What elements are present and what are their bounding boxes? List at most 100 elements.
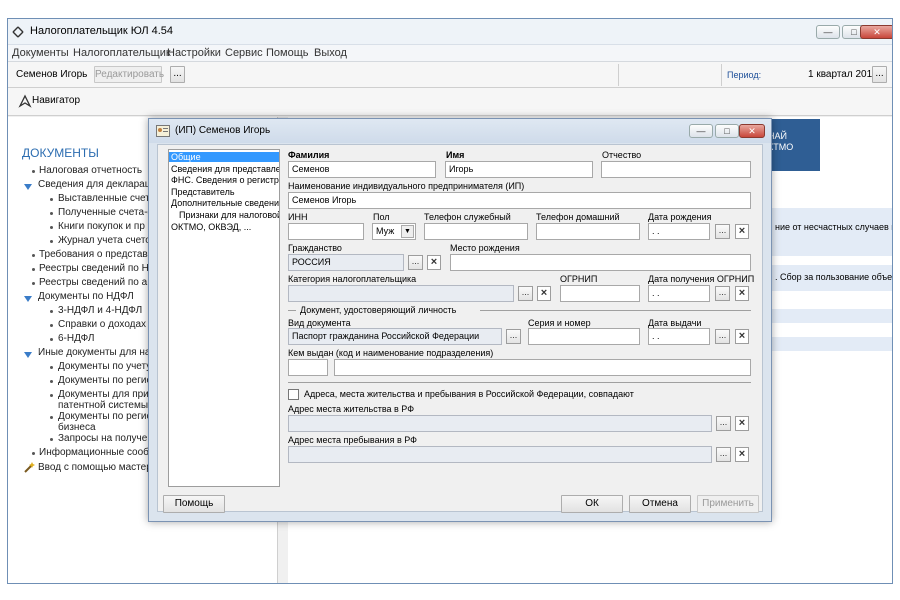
close-icon[interactable]: ✕ <box>860 25 892 39</box>
bullet-icon <box>32 282 35 285</box>
minimize-icon[interactable]: — <box>689 124 713 138</box>
section-item[interactable]: ФНС. Сведения о регистрац <box>169 175 279 185</box>
menu-documents[interactable]: Документы <box>12 47 69 59</box>
phone-home-input[interactable] <box>536 223 640 240</box>
bullet-icon <box>50 212 53 215</box>
series-number-label: Серия и номер <box>528 318 591 328</box>
stay-select-button[interactable]: ... <box>716 447 731 462</box>
category-label: Категория налогоплательщика <box>288 274 417 284</box>
phone-work-input[interactable] <box>424 223 528 240</box>
issued-by-code-input[interactable] <box>288 359 328 376</box>
expand-icon[interactable] <box>24 352 32 358</box>
title-bar: Налогоплательщик ЮЛ 4.54 — □ ✕ <box>8 19 892 45</box>
help-button[interactable]: Помощь <box>163 495 225 513</box>
doc-type-input[interactable]: Паспорт гражданина Российской Федерации <box>288 328 502 345</box>
bullet-icon <box>50 438 53 441</box>
expand-icon[interactable] <box>24 296 32 302</box>
info-band <box>772 208 892 256</box>
tree-item-continuation[interactable]: бизнеса <box>58 422 96 433</box>
citizenship-input[interactable]: РОССИЯ <box>288 254 404 271</box>
bullet-icon <box>50 394 53 397</box>
gender-label: Пол <box>373 212 390 222</box>
tree-item[interactable]: Документы по НДФЛ <box>38 291 134 302</box>
gender-select[interactable]: Муж ▼ <box>372 223 416 240</box>
divider <box>288 382 751 383</box>
patronymic-input[interactable] <box>601 161 751 178</box>
wizard-icon <box>24 462 35 473</box>
issued-by-label: Кем выдан (код и наименование подразделе… <box>288 348 494 358</box>
stay-clear-icon[interactable]: × <box>735 447 749 462</box>
tree-item[interactable]: 6-НДФЛ <box>58 333 95 344</box>
apply-button[interactable]: Применить <box>697 495 759 513</box>
addresses-match-label: Адреса, места жительства и пребывания в … <box>304 389 634 399</box>
section-item[interactable]: ОКТМО, ОКВЭД, ... <box>169 222 279 232</box>
residence-clear-icon[interactable]: × <box>735 416 749 431</box>
menu-service[interactable]: Сервис <box>225 47 263 59</box>
period-label: Период: <box>727 70 762 80</box>
minimize-icon[interactable]: — <box>816 25 840 39</box>
expand-icon[interactable] <box>24 184 32 190</box>
doc-type-select-button[interactable]: ... <box>506 329 521 344</box>
dialog-close-icon[interactable]: ✕ <box>739 124 765 138</box>
bullet-icon <box>50 310 53 313</box>
section-item[interactable]: Сведения для представлен <box>169 164 279 174</box>
bullet-icon <box>50 198 53 201</box>
navigator-button[interactable]: Навигатор <box>14 92 90 112</box>
maximize-icon[interactable]: □ <box>715 124 739 138</box>
addresses-match-checkbox[interactable] <box>288 389 299 400</box>
section-item[interactable]: Представитель <box>169 187 279 197</box>
inn-input[interactable] <box>288 223 364 240</box>
ogrnip-input[interactable] <box>560 285 640 302</box>
citizenship-clear-icon[interactable]: × <box>427 255 441 270</box>
gender-value: Муж <box>376 226 395 236</box>
birth-date-picker-button[interactable]: ... <box>715 224 730 239</box>
citizenship-select-button[interactable]: ... <box>408 255 423 270</box>
category-input[interactable] <box>288 285 514 302</box>
ip-name-label: Наименование индивидуального предпринима… <box>288 181 525 191</box>
section-general[interactable]: Общие <box>169 152 279 162</box>
series-number-input[interactable] <box>528 328 640 345</box>
menu-settings[interactable]: Настройки <box>167 47 221 59</box>
birth-place-input[interactable] <box>450 254 751 271</box>
period-select-button[interactable]: ... <box>872 66 887 83</box>
lastname-input[interactable]: Семенов <box>288 161 436 178</box>
firstname-input[interactable]: Игорь <box>445 161 593 178</box>
cancel-button[interactable]: Отмена <box>629 495 691 513</box>
residence-select-button[interactable]: ... <box>716 416 731 431</box>
issued-by-name-input[interactable] <box>334 359 751 376</box>
birth-date-input[interactable]: . . <box>648 223 710 240</box>
ogrnip-date-clear-icon[interactable]: × <box>735 286 749 301</box>
ok-button[interactable]: ОК <box>561 495 623 513</box>
tree-item[interactable]: 3-НДФЛ и 4-НДФЛ <box>58 305 142 316</box>
tree-header: ДОКУМЕНТЫ <box>22 146 99 160</box>
patronymic-label: Отчество <box>602 150 642 160</box>
phone-home-label: Телефон домашний <box>536 212 620 222</box>
tree-item[interactable]: Налоговая отчетность <box>39 165 142 176</box>
chevron-down-icon[interactable]: ▼ <box>401 225 414 238</box>
issue-date-clear-icon[interactable]: × <box>735 329 749 344</box>
menu-taxpayer[interactable]: Налогоплательщик <box>73 47 171 59</box>
section-item[interactable]: Дополнительные сведения <box>169 198 279 208</box>
issue-date-picker-button[interactable]: ... <box>715 329 730 344</box>
ogrnip-date-picker-button[interactable]: ... <box>715 286 730 301</box>
dialog-title-bar: (ИП) Семенов Игорь — □ ✕ <box>149 119 771 143</box>
ogrnip-date-input[interactable]: . . <box>648 285 710 302</box>
edit-button[interactable]: Редактировать <box>94 66 164 83</box>
app-icon <box>12 26 24 38</box>
divider <box>480 310 751 311</box>
category-select-button[interactable]: ... <box>518 286 533 301</box>
menu-exit[interactable]: Выход <box>314 47 347 59</box>
stay-input[interactable] <box>288 446 712 463</box>
bullet-icon <box>32 452 35 455</box>
issue-date-input[interactable]: . . <box>648 328 710 345</box>
ip-name-input[interactable]: Семенов Игорь <box>288 192 751 209</box>
residence-input[interactable] <box>288 415 712 432</box>
menu-help[interactable]: Помощь <box>266 47 309 59</box>
category-clear-icon[interactable]: × <box>537 286 551 301</box>
taxpayer-select-button[interactable]: ... <box>170 66 185 83</box>
inn-label: ИНН <box>288 212 308 222</box>
section-item[interactable]: Признаки для налоговой <box>169 210 279 220</box>
bullet-icon <box>50 240 53 243</box>
birth-date-clear-icon[interactable]: × <box>735 224 749 239</box>
issue-date-label: Дата выдачи <box>648 318 702 328</box>
